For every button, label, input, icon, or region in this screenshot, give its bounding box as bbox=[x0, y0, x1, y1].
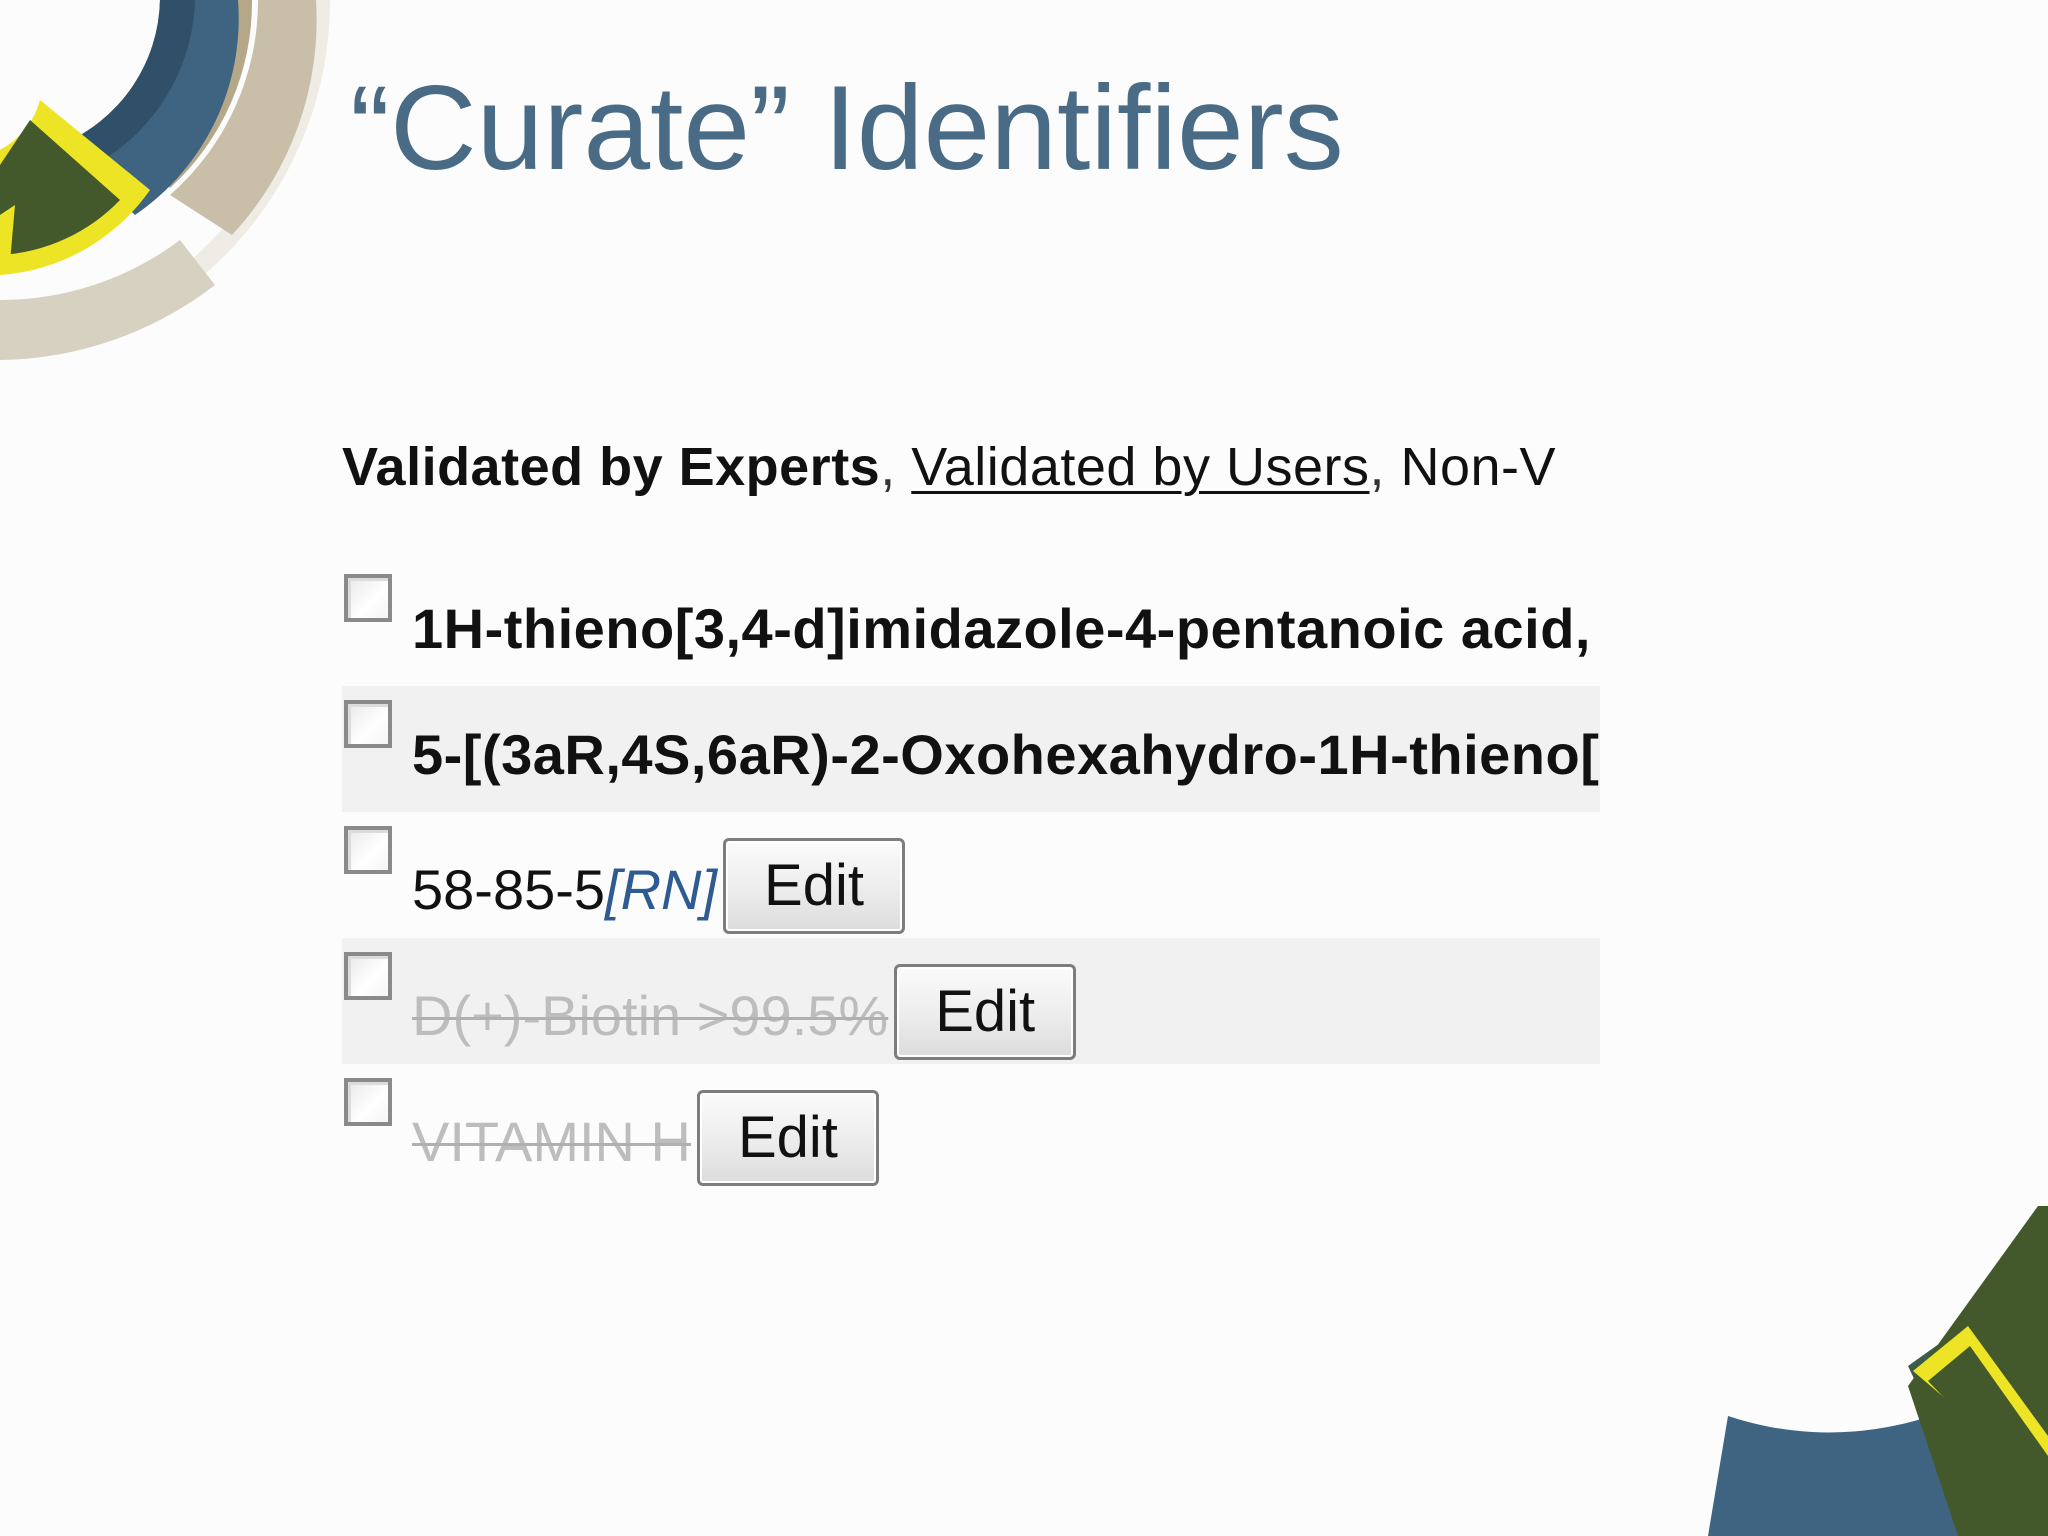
identifier-text-struck: D(+)-Biotin >99.5% bbox=[412, 984, 889, 1047]
validation-filter-bar: Validated by Experts, Validated by Users… bbox=[342, 432, 1556, 502]
identifier-name: 5-[(3aR,4S,6aR)-2-Oxohexahydro-1H-thieno… bbox=[412, 720, 1599, 790]
filter-validated-by-users[interactable]: Validated by Users bbox=[911, 437, 1369, 497]
filter-separator: , bbox=[1369, 437, 1385, 497]
identifier-row: VITAMIN H Edit bbox=[342, 1064, 1600, 1190]
identifier-text: 5-[(3aR,4S,6aR)-2-Oxohexahydro-1H-thieno… bbox=[412, 723, 1600, 786]
identifier-checkbox[interactable] bbox=[344, 574, 392, 622]
page-title: “Curate” Identifiers bbox=[350, 61, 1344, 195]
filter-non-validated[interactable]: Non-V bbox=[1401, 437, 1557, 497]
identifier-row: D(+)-Biotin >99.5% Edit bbox=[342, 938, 1600, 1064]
slide: “Curate” Identifiers Validated by Expert… bbox=[0, 0, 2048, 1536]
corner-decoration-top-left bbox=[0, 0, 330, 360]
edit-button[interactable]: Edit bbox=[894, 964, 1077, 1060]
edit-button[interactable]: Edit bbox=[696, 1090, 879, 1186]
identifier-checkbox[interactable] bbox=[344, 700, 392, 748]
filter-separator: , bbox=[880, 437, 896, 497]
identifier-type-tag: [RN] bbox=[605, 858, 718, 921]
identifier-checkbox[interactable] bbox=[344, 952, 392, 1000]
corner-decoration-bottom-right bbox=[1708, 1206, 2048, 1536]
identifier-text: 1H-thieno[3,4-d]imidazole-4-pentanoic ac… bbox=[412, 597, 1591, 660]
identifier-name: 58-85-5 [RN] Edit bbox=[412, 838, 905, 934]
identifier-text: 58-85-5 bbox=[412, 858, 606, 921]
edit-button[interactable]: Edit bbox=[723, 838, 905, 934]
identifier-checkbox[interactable] bbox=[344, 826, 392, 874]
identifier-name: VITAMIN H Edit bbox=[412, 1090, 879, 1186]
identifier-name: 1H-thieno[3,4-d]imidazole-4-pentanoic ac… bbox=[412, 594, 1591, 664]
identifier-name: D(+)-Biotin >99.5% Edit bbox=[412, 964, 1077, 1060]
identifier-row: 5-[(3aR,4S,6aR)-2-Oxohexahydro-1H-thieno… bbox=[342, 686, 1600, 812]
identifier-text-struck: VITAMIN H bbox=[412, 1110, 691, 1173]
identifier-checkbox[interactable] bbox=[344, 1078, 392, 1126]
identifier-row: 1H-thieno[3,4-d]imidazole-4-pentanoic ac… bbox=[342, 560, 1600, 686]
filter-validated-by-experts[interactable]: Validated by Experts bbox=[342, 437, 880, 497]
identifier-row: 58-85-5 [RN] Edit bbox=[342, 812, 1600, 938]
identifier-panel: Validated by Experts, Validated by Users… bbox=[342, 420, 1600, 1200]
